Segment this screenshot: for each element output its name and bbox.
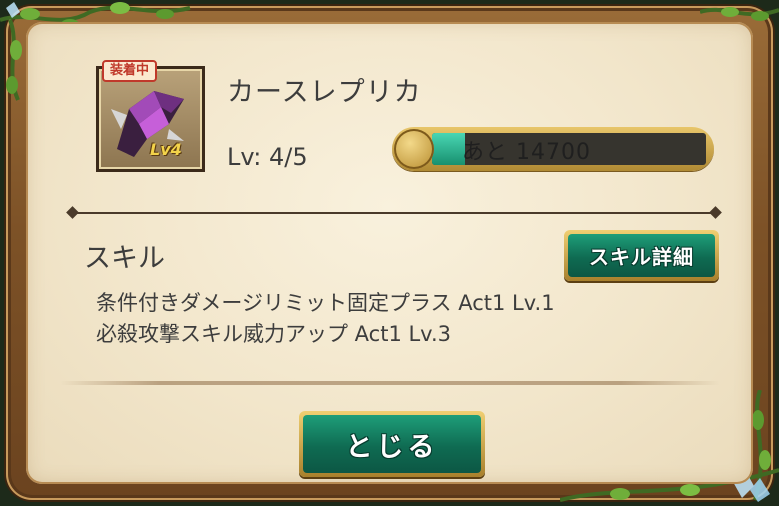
exp-knob-icon bbox=[394, 129, 434, 169]
exp-fill bbox=[432, 133, 465, 165]
skill-detail-button-label: スキル詳細 bbox=[568, 234, 715, 277]
equipment-level: Lv: 4/5 bbox=[227, 143, 308, 171]
bottom-separator bbox=[60, 381, 720, 385]
skill-detail-button[interactable]: スキル詳細 bbox=[564, 230, 719, 281]
close-button-label: とじる bbox=[303, 415, 481, 473]
exp-track: あと 14700 bbox=[432, 133, 706, 165]
skill-line: 条件付きダメージリミット固定プラス Act1 Lv.1 bbox=[96, 291, 555, 315]
equipped-badge: 装着中 bbox=[102, 60, 158, 82]
section-divider bbox=[70, 212, 718, 214]
exp-remaining-label: あと 14700 bbox=[462, 140, 591, 165]
level-badge: Lv4 bbox=[150, 140, 182, 159]
exp-progress-bar: あと 14700 bbox=[392, 127, 714, 171]
equipment-name: カースレプリカ bbox=[227, 77, 422, 108]
close-button[interactable]: とじる bbox=[299, 411, 485, 477]
skill-line: 必殺攻撃スキル威力アップ Act1 Lv.3 bbox=[96, 322, 452, 346]
skill-section-title: スキル bbox=[84, 243, 165, 274]
